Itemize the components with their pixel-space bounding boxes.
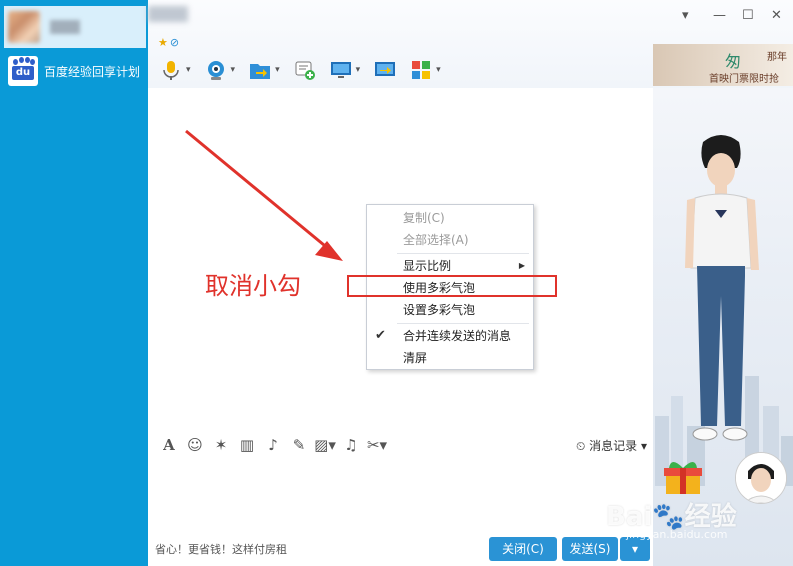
maximize-icon[interactable]: ☐ <box>742 8 754 23</box>
video-icon[interactable]: ▥ <box>236 436 258 454</box>
screenshot-icon[interactable]: ✂▾ <box>366 436 388 454</box>
chevron-down-icon[interactable]: ▾ <box>275 65 280 75</box>
contact-sidebar: du 百度经验回享计划 <box>0 0 148 566</box>
webcam-icon <box>207 61 224 80</box>
menu-divider <box>397 323 529 324</box>
menu-item-select-all[interactable]: 全部选择(A) <box>367 229 533 251</box>
file-transfer-icon <box>250 64 271 79</box>
message-record-label: 消息记录 <box>589 439 638 453</box>
gift-icon[interactable] <box>662 456 704 498</box>
menu-item-zoom[interactable]: 显示比例 ▶ <box>367 255 533 277</box>
minimize-icon[interactable]: — <box>713 8 726 23</box>
annotation-highlight-box <box>347 275 557 297</box>
voice-icon[interactable]: ♪ <box>262 436 284 454</box>
close-icon[interactable]: ✕ <box>771 8 782 23</box>
menu-divider <box>397 253 529 254</box>
chevron-down-icon[interactable]: ▾ <box>436 65 441 75</box>
contact-item-blurred[interactable] <box>4 6 146 48</box>
share-screen-icon <box>375 62 396 76</box>
add-chat-icon <box>295 61 315 80</box>
contact-name: 百度经验回享计划 <box>44 64 141 79</box>
ad-title: 匆 <box>725 52 742 71</box>
star-icon[interactable]: ★ <box>158 36 168 49</box>
remote-desktop-icon <box>330 62 351 78</box>
status-icons: ★ ⊘ <box>158 36 179 49</box>
chevron-down-icon[interactable]: ▾ <box>231 65 236 75</box>
menu-item-clear-screen[interactable]: 清屏 <box>367 347 533 369</box>
baidu-logo-text: du <box>12 66 34 80</box>
video-call-button[interactable]: ▾ <box>205 59 236 81</box>
remote-desktop-button[interactable]: ▾ <box>330 59 361 81</box>
ad-tagline: 首映门票限时抢 <box>709 74 779 85</box>
annotation-text: 取消小勾 <box>205 272 301 300</box>
menu-item-merge-messages[interactable]: ✔ 合并连续发送的消息 <box>367 325 533 347</box>
menu-item-set-colorful-bubble[interactable]: 设置多彩气泡 <box>367 299 533 321</box>
checkmark-icon: ✔ <box>375 328 386 343</box>
file-transfer-button[interactable]: ▾ <box>249 59 280 81</box>
avatar-figure-image <box>685 135 759 441</box>
chat-toolbar: ▾ ▾ ▾ ▾ ▾ <box>160 56 455 84</box>
avatar <box>736 453 786 503</box>
image-icon[interactable]: ▨▾ <box>314 436 336 454</box>
share-screen-button[interactable] <box>374 59 396 81</box>
apps-button[interactable]: ▾ <box>410 59 441 81</box>
baidu-logo-icon: du <box>8 56 38 86</box>
chevron-down-icon: ▾ <box>631 542 639 556</box>
emoji-icon[interactable]: ☺ <box>184 436 206 454</box>
microphone-icon <box>163 61 179 80</box>
edit-icon[interactable]: ✎ <box>288 436 310 454</box>
magic-icon[interactable]: ✶ <box>210 436 232 454</box>
message-record-button[interactable]: ⏲ 消息记录 ▾ <box>576 437 647 454</box>
apps-icon <box>412 61 431 79</box>
avatar <box>8 11 40 43</box>
add-chat-button[interactable] <box>294 59 316 81</box>
send-button[interactable]: 发送(S) <box>562 537 618 561</box>
menu-item-copy[interactable]: 复制(C) <box>367 207 533 229</box>
ad-link-text[interactable]: 省心！更省钱！这样付房租 <box>155 541 287 557</box>
dropdown-icon[interactable]: ▾ <box>682 8 689 23</box>
music-icon[interactable]: ♫ <box>340 436 362 454</box>
contact-item-baidu[interactable]: du 百度经验回享计划 <box>4 50 146 92</box>
chat-title-blurred <box>148 6 188 22</box>
close-button[interactable]: 关闭(C) <box>489 537 557 561</box>
ad-subtitle: 那年 <box>767 52 787 63</box>
chevron-down-icon[interactable]: ▾ <box>356 65 361 75</box>
chevron-down-icon[interactable]: ▾ <box>186 65 191 75</box>
chevron-right-icon: ▶ <box>518 261 525 270</box>
contact-name-blurred <box>50 20 80 34</box>
font-icon[interactable]: A <box>158 436 180 454</box>
clock-icon: ⏲ <box>575 439 590 453</box>
input-toolbar: A ☺ ✶ ▥ ♪ ✎ ▨▾ ♫ ✂▾ ⏲ 消息记录 ▾ <box>148 430 653 460</box>
qzone-icon[interactable]: ⊘ <box>170 36 179 49</box>
watermark-url: jingyan.baidu.com <box>626 528 728 541</box>
my-avatar-thumbnail[interactable] <box>735 452 787 504</box>
voice-call-button[interactable]: ▾ <box>160 59 191 81</box>
ad-banner[interactable]: 匆 那年 首映门票限时抢 <box>653 44 793 86</box>
